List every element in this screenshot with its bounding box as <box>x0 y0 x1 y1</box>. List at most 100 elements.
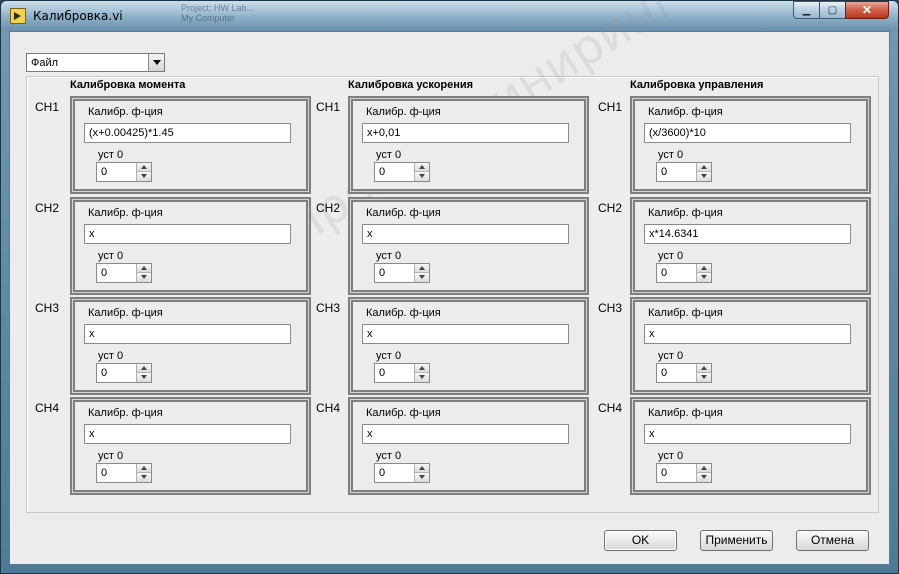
spin-buttons <box>696 364 711 382</box>
group-title: Калибровка управления <box>630 79 764 91</box>
ghost-line-1: Project: HW Lab... <box>181 3 255 13</box>
calib-function-input[interactable]: x <box>84 224 291 244</box>
decrement-arrow-icon[interactable] <box>697 373 711 382</box>
increment-arrow-icon[interactable] <box>137 163 151 172</box>
increment-arrow-icon[interactable] <box>415 364 429 373</box>
spin-buttons <box>414 364 429 382</box>
increment-arrow-icon[interactable] <box>697 264 711 273</box>
channel-calibration-cluster: Калибр. ф-ция x уст 0 0 <box>348 297 589 395</box>
channel-label: CH3 <box>35 301 60 315</box>
minimize-button[interactable]: ▁ <box>793 1 819 19</box>
offset-numeric[interactable]: 0 <box>96 463 152 483</box>
calib-function-label: Калибр. ф-ция <box>648 307 723 319</box>
decrement-arrow-icon[interactable] <box>415 273 429 282</box>
offset-value: 0 <box>661 367 668 379</box>
file-menu-select[interactable]: Файл <box>26 53 165 72</box>
channel-label: CH4 <box>35 401 60 415</box>
group-title: Калибровка ускорения <box>348 79 474 91</box>
maximize-button[interactable]: ▢ <box>819 1 845 19</box>
decrement-arrow-icon[interactable] <box>137 273 151 282</box>
calib-function-label: Калибр. ф-ция <box>88 207 163 219</box>
close-icon: ✕ <box>861 3 873 17</box>
calib-function-input[interactable]: x <box>362 324 569 344</box>
offset-numeric[interactable]: 0 <box>656 363 712 383</box>
spin-buttons <box>696 464 711 482</box>
increment-arrow-icon[interactable] <box>137 464 151 473</box>
increment-arrow-icon[interactable] <box>415 264 429 273</box>
channel-calibration-cluster: Калибр. ф-ция x уст 0 0 <box>70 197 311 295</box>
offset-label: уст 0 <box>376 350 402 362</box>
decrement-arrow-icon[interactable] <box>137 172 151 181</box>
labview-vi-icon <box>10 8 26 24</box>
offset-numeric[interactable]: 0 <box>656 463 712 483</box>
offset-numeric[interactable]: 0 <box>656 162 712 182</box>
decrement-arrow-icon[interactable] <box>415 373 429 382</box>
offset-label: уст 0 <box>376 149 402 161</box>
offset-numeric[interactable]: 0 <box>374 363 430 383</box>
offset-label: уст 0 <box>376 450 402 462</box>
cancel-button[interactable]: Отмена <box>796 530 869 551</box>
channel-calibration-cluster: Калибр. ф-ция x уст 0 0 <box>630 397 871 495</box>
calib-function-input[interactable]: x <box>644 424 851 444</box>
calib-function-input[interactable]: x <box>362 224 569 244</box>
offset-label: уст 0 <box>98 250 124 262</box>
calib-function-input[interactable]: x <box>362 424 569 444</box>
decrement-arrow-icon[interactable] <box>697 172 711 181</box>
apply-button[interactable]: Применить <box>700 530 773 551</box>
channel-label: CH3 <box>316 301 341 315</box>
offset-value: 0 <box>661 267 668 279</box>
increment-arrow-icon[interactable] <box>137 364 151 373</box>
offset-numeric[interactable]: 0 <box>374 463 430 483</box>
spin-buttons <box>414 464 429 482</box>
decrement-arrow-icon[interactable] <box>415 172 429 181</box>
channel-calibration-cluster: Калибр. ф-ция x+0,01 уст 0 0 <box>348 96 589 194</box>
calib-function-input[interactable]: x <box>84 324 291 344</box>
calib-function-input[interactable]: x+0,01 <box>362 123 569 143</box>
increment-arrow-icon[interactable] <box>697 364 711 373</box>
offset-label: уст 0 <box>658 450 684 462</box>
spin-buttons <box>414 264 429 282</box>
offset-label: уст 0 <box>98 450 124 462</box>
increment-arrow-icon[interactable] <box>415 163 429 172</box>
calib-function-input[interactable]: (x/3600)*10 <box>644 123 851 143</box>
channel-calibration-cluster: Калибр. ф-ция (x+0.00425)*1.45 уст 0 0 <box>70 96 311 194</box>
offset-value: 0 <box>661 467 668 479</box>
channel-calibration-cluster: Калибр. ф-ция x*14.6341 уст 0 0 <box>630 197 871 295</box>
offset-label: уст 0 <box>658 350 684 362</box>
decrement-arrow-icon[interactable] <box>697 473 711 482</box>
minimize-icon: ▁ <box>802 4 811 16</box>
channel-label: CH1 <box>316 100 341 114</box>
maximize-icon: ▢ <box>827 4 838 16</box>
offset-value: 0 <box>379 367 386 379</box>
calib-function-label: Калибр. ф-ция <box>648 106 723 118</box>
decrement-arrow-icon[interactable] <box>415 473 429 482</box>
calib-function-input[interactable]: x*14.6341 <box>644 224 851 244</box>
background-ghost-text: Project: HW Lab... My Computer <box>181 3 254 23</box>
offset-numeric[interactable]: 0 <box>96 363 152 383</box>
offset-numeric[interactable]: 0 <box>96 263 152 283</box>
offset-numeric[interactable]: 0 <box>374 162 430 182</box>
offset-numeric[interactable]: 0 <box>656 263 712 283</box>
calib-function-label: Калибр. ф-ция <box>648 407 723 419</box>
decrement-arrow-icon[interactable] <box>137 373 151 382</box>
calib-function-input[interactable]: (x+0.00425)*1.45 <box>84 123 291 143</box>
close-button[interactable]: ✕ <box>845 1 889 19</box>
offset-value: 0 <box>101 166 108 178</box>
offset-numeric[interactable]: 0 <box>96 162 152 182</box>
channel-calibration-cluster: Калибр. ф-ция x уст 0 0 <box>630 297 871 395</box>
channel-label: CH3 <box>598 301 623 315</box>
title-bar[interactable]: Калибровка.vi Project: HW Lab... My Comp… <box>1 1 898 31</box>
spin-buttons <box>136 163 151 181</box>
increment-arrow-icon[interactable] <box>697 464 711 473</box>
offset-numeric[interactable]: 0 <box>374 263 430 283</box>
ok-button[interactable]: OK <box>604 530 677 551</box>
chevron-down-icon[interactable] <box>148 54 164 71</box>
decrement-arrow-icon[interactable] <box>137 473 151 482</box>
increment-arrow-icon[interactable] <box>415 464 429 473</box>
offset-value: 0 <box>101 267 108 279</box>
calib-function-input[interactable]: x <box>644 324 851 344</box>
calib-function-input[interactable]: x <box>84 424 291 444</box>
decrement-arrow-icon[interactable] <box>697 273 711 282</box>
increment-arrow-icon[interactable] <box>697 163 711 172</box>
increment-arrow-icon[interactable] <box>137 264 151 273</box>
